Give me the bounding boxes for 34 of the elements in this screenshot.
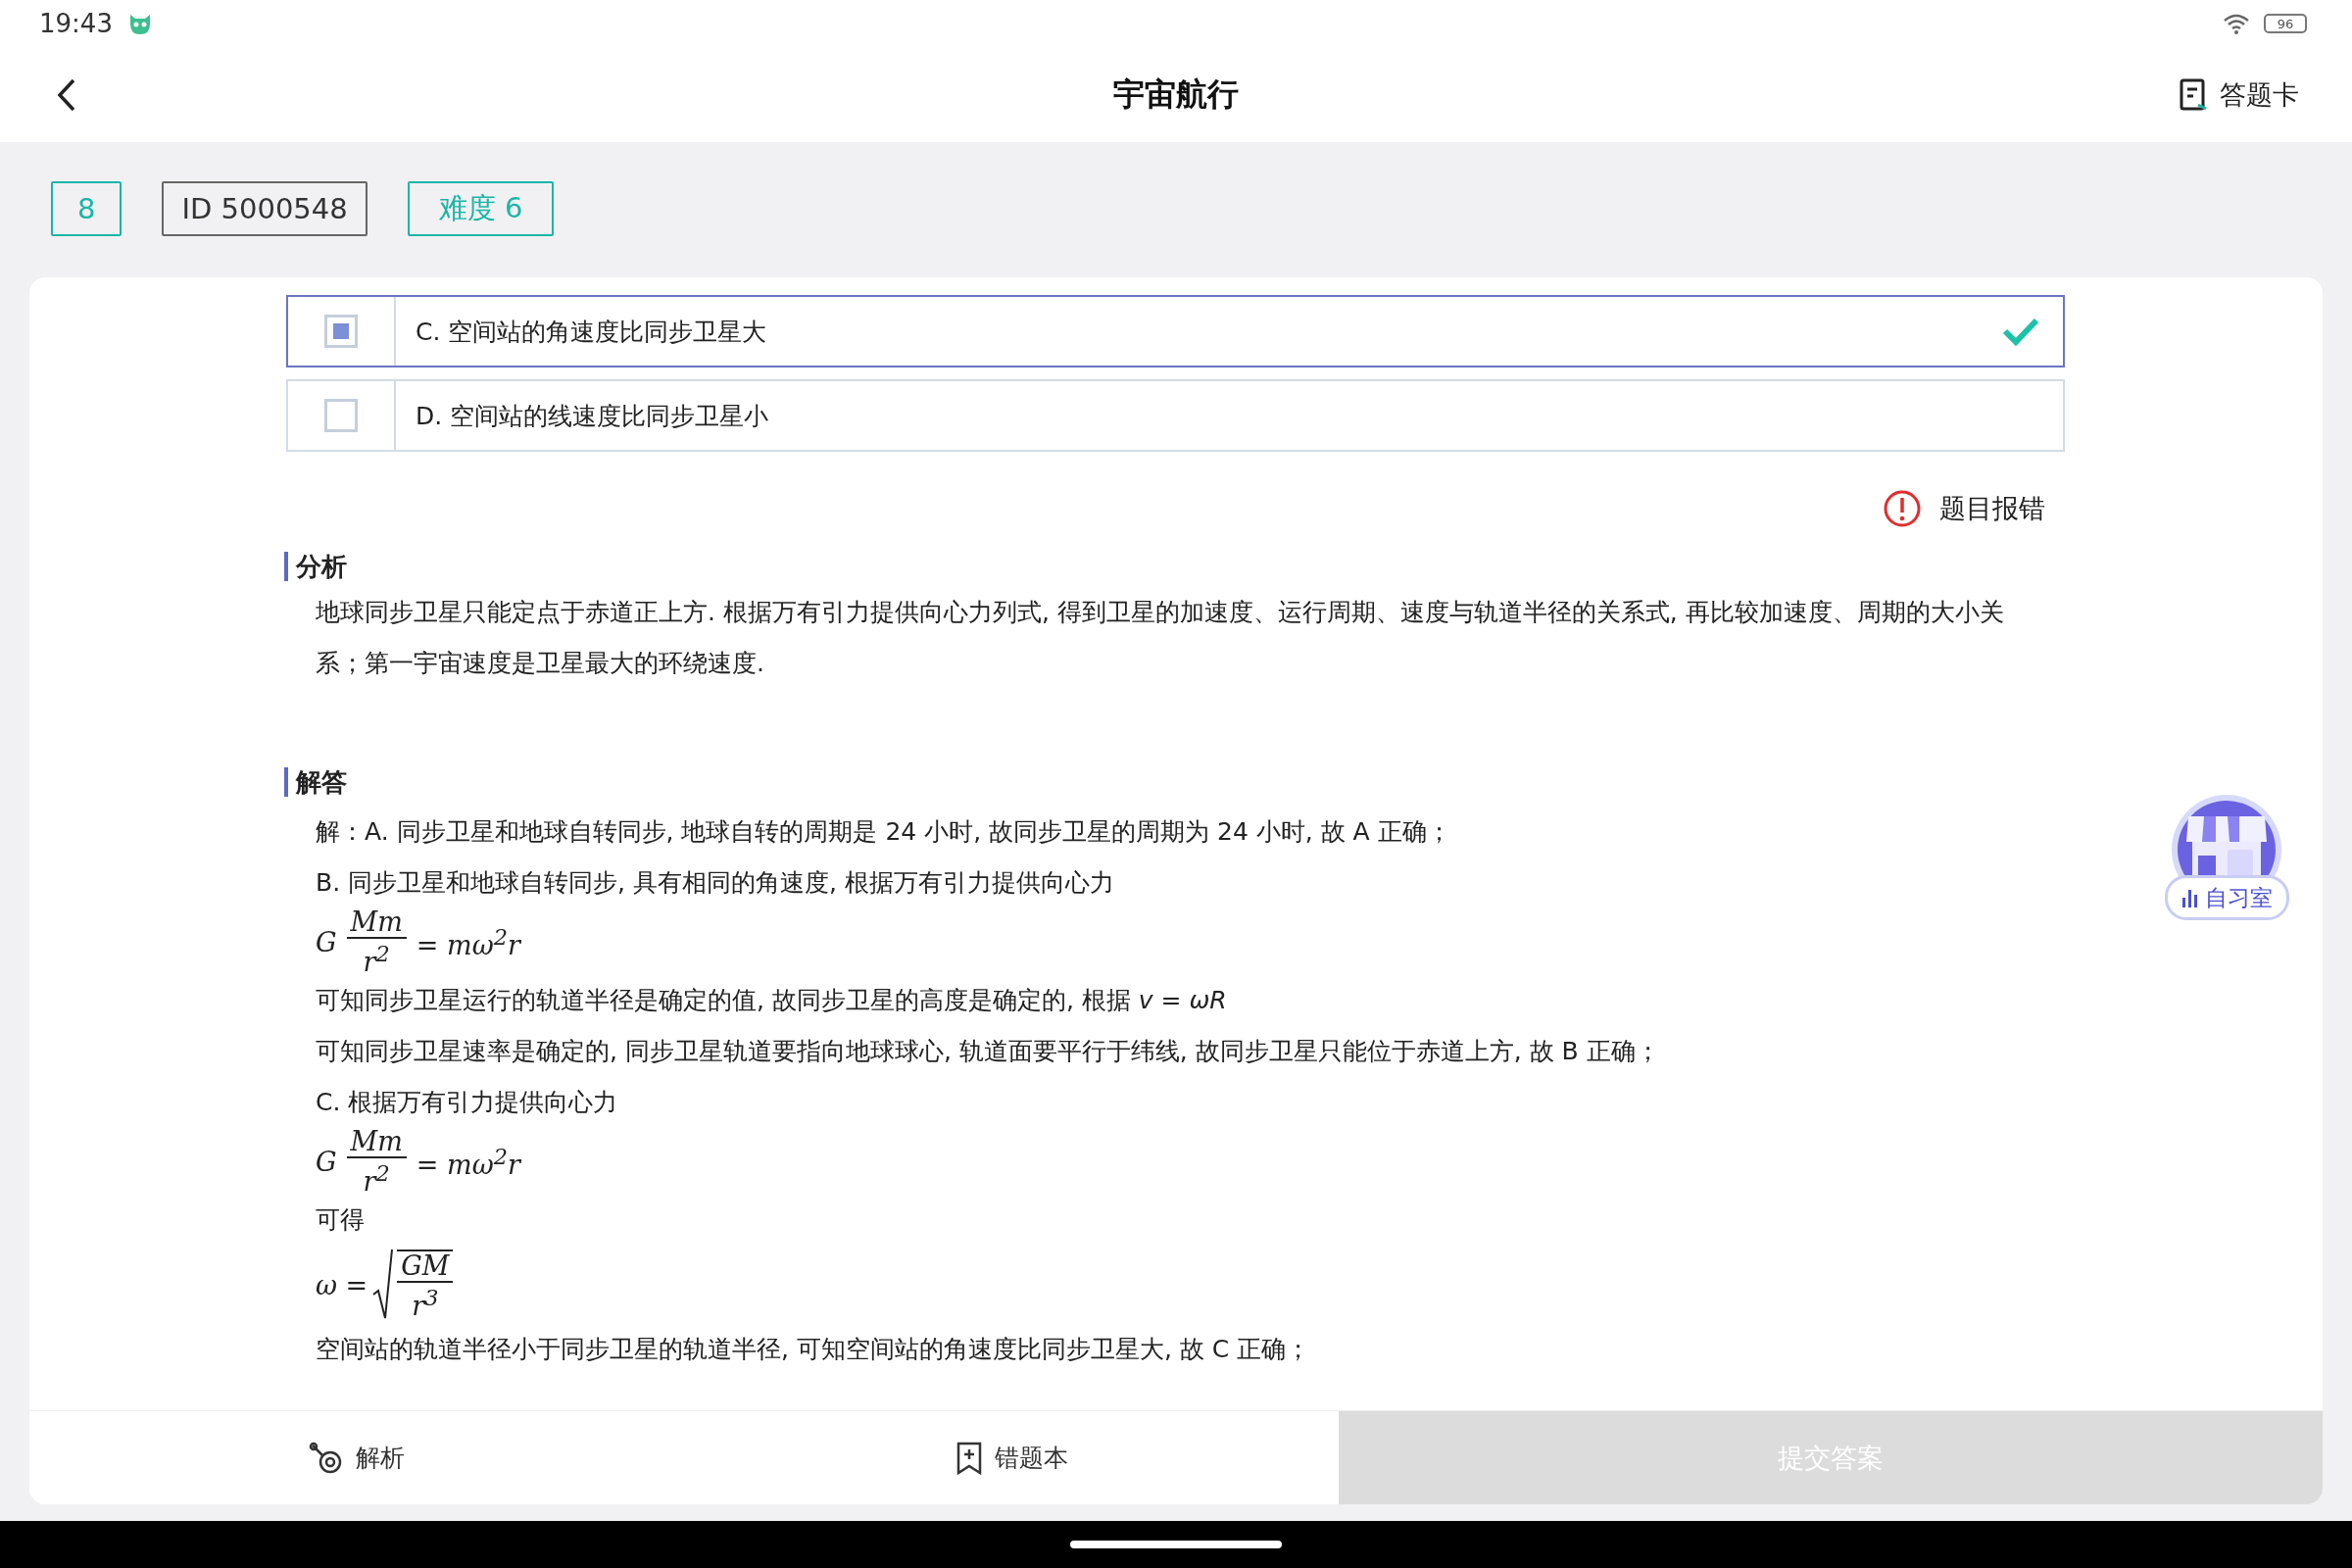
bar-chart-icon (2180, 888, 2199, 907)
checkbox[interactable] (324, 399, 358, 432)
formula: ω = GM r$^{3}$ (316, 1246, 460, 1324)
answer-line: 空间站的轨道半径小于同步卫星的轨道半径, 可知空间站的角速度比同步卫星大, 故 C 正确； (315, 1334, 1312, 1365)
option-text: D. 空间站的线速度比同步卫星小 (416, 400, 770, 432)
answer-line: B. 同步卫星和地球自转同步, 具有相同的角速度, 根据万有引力提供向心力 (315, 867, 1115, 899)
answer-line: C. 根据万有引力提供向心力 (315, 1087, 619, 1118)
warning-icon (1883, 489, 1922, 528)
wrong-book-button[interactable]: 错题本 (684, 1411, 1339, 1504)
analysis-button[interactable]: 解析 (29, 1411, 684, 1504)
option-text: C. 空间站的角速度比同步卫星大 (416, 316, 768, 348)
battery-icon: 96 (2264, 14, 2307, 33)
id-tag: ID 5000548 (162, 181, 368, 236)
section-title: 分析 (284, 552, 2065, 581)
status-time: 19:43 (39, 9, 113, 38)
answer-line: 解：A. 同步卫星和地球自转同步, 地球自转的周期是 24 小时, 故同步卫星的周期为 24 小时, 故 A 正确； (315, 816, 1452, 848)
option-row[interactable]: D. 空间站的线速度比同步卫星小 (286, 379, 2065, 452)
document-icon (2179, 77, 2208, 112)
checkbox[interactable] (324, 315, 358, 348)
answer-line: 可知同步卫星速率是确定的, 同步卫星轨道要指向地球球心, 轨道面要平行于纬线, 故同步卫星只能位于赤道上方, 故 B 正确； (315, 1036, 1661, 1067)
page-title: 宇宙航行 (1113, 74, 1239, 115)
option-row[interactable]: C. 空间站的角速度比同步卫星大 (286, 295, 2065, 368)
answer-line: 可得 (315, 1204, 366, 1236)
bookmark-plus-icon (955, 1441, 983, 1475)
report-error-button[interactable]: 题目报错 (1879, 485, 2049, 532)
analysis-paragraph: 地球同步卫星只能定点于赤道正上方. 根据万有引力提供向心力列式, 得到卫星的加速度、运行周期、速度与轨道半径的关系式, 再比较加速度、周期的大小关系；第一宇宙速度是卫星最大的环绕速度. (315, 597, 2005, 679)
wifi-icon (2223, 13, 2250, 34)
difficulty-tag: 难度 6 (407, 181, 555, 236)
answer-card-button[interactable]: 答题卡 (2175, 73, 2303, 117)
answer-line: 可知同步卫星运行的轨道半径是确定的值, 故同步卫星的高度是确定的, 根据 v = ωR (315, 985, 1228, 1016)
number-tag: 8 (51, 181, 122, 236)
whistle-icon (309, 1441, 344, 1475)
section-title: 解答 (284, 767, 2065, 797)
study-room-button[interactable]: 自习室 (2162, 795, 2291, 938)
